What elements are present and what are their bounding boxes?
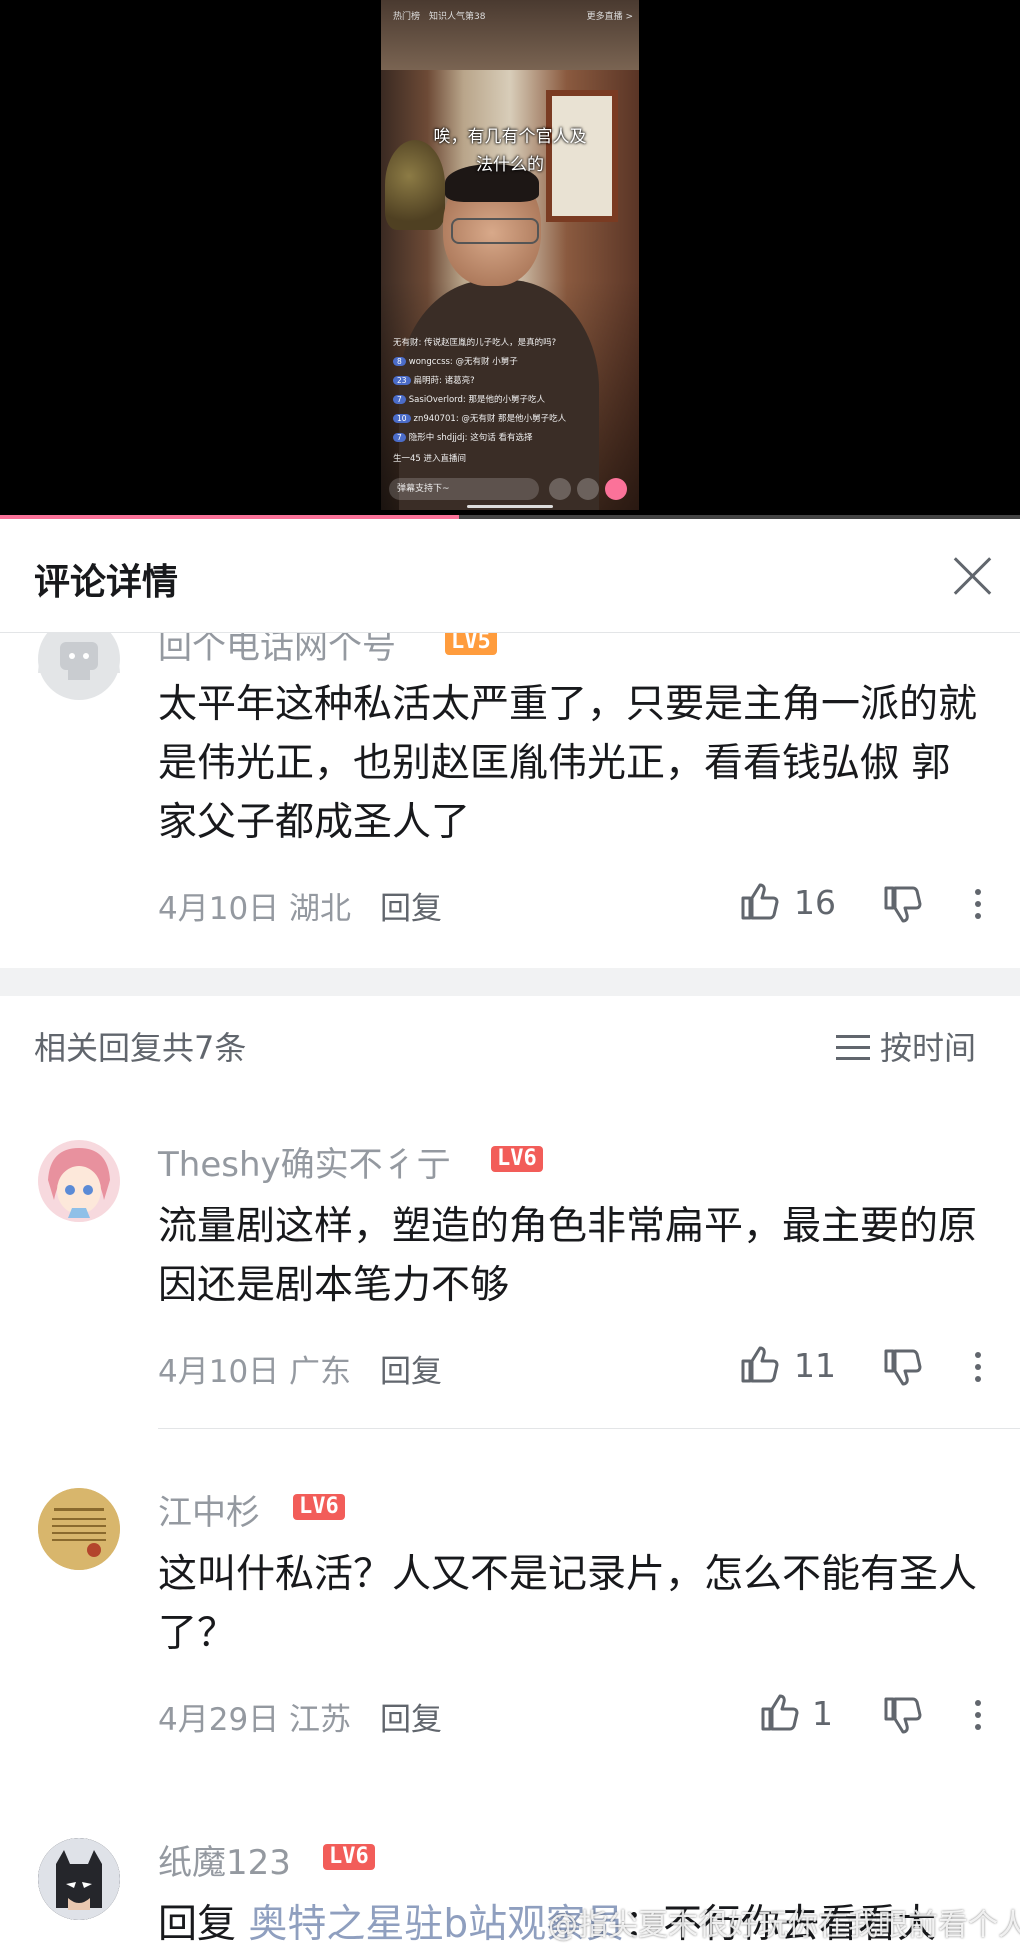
more-live-link[interactable]: 更多直播 > bbox=[587, 9, 633, 22]
level-badge: LV5 bbox=[445, 633, 497, 655]
level-badge: LV6 bbox=[323, 1844, 375, 1870]
comment-detail-header: 评论详情 bbox=[0, 519, 1020, 633]
sort-button[interactable]: 按时间 bbox=[836, 1023, 976, 1069]
chat-message: 7 隐形中 shdjjdj: 这句话 看有选择 bbox=[393, 431, 532, 443]
username[interactable]: 江中杉 bbox=[158, 1485, 260, 1534]
thumbs-down-icon[interactable] bbox=[880, 1693, 924, 1737]
reply-button[interactable]: 回复 bbox=[380, 1346, 442, 1391]
subtitle-line-1: 唉，有几有个官人及 bbox=[433, 127, 587, 147]
level-badge: LV6 bbox=[491, 1146, 543, 1172]
reply-content: 流量剧这样，塑造的角色非常扁平，最主要的原因还是剧本笔力不够 bbox=[158, 1204, 978, 1308]
chat-message: 10 zn940701: @无有财 那是他小舅子吃人 bbox=[393, 412, 566, 424]
comment-date: 4月29日 江苏 bbox=[158, 1702, 352, 1738]
batman-avatar-icon bbox=[38, 1838, 120, 1920]
chat-message: 23 扁明莳: 诸葛亮? bbox=[393, 374, 475, 386]
replies-count: 相关回复共7条 bbox=[34, 1029, 247, 1067]
hot-list-tag[interactable]: 热门榜 bbox=[393, 9, 420, 22]
chat-message: 8 wongccss: @无有财 小舅子 bbox=[393, 355, 518, 367]
thumbs-up-icon[interactable] bbox=[737, 1343, 781, 1387]
close-icon[interactable] bbox=[950, 553, 996, 599]
root-comment-header-clip: 回个电话网个号 LV5 bbox=[0, 633, 1020, 673]
username[interactable]: 纸魔123 bbox=[158, 1835, 291, 1884]
chat-message: 无有财: 传说赵匡胤的儿子吃人，是真的吗? bbox=[393, 338, 557, 348]
gift-icon[interactable] bbox=[605, 478, 627, 500]
section-divider bbox=[0, 968, 1020, 996]
level-badge: LV6 bbox=[293, 1494, 345, 1520]
live-stream-frame[interactable]: 热门榜 知识人气第38 更多直播 > 唉，有几有个官人及 法什么的 无有财: 传… bbox=[381, 0, 639, 510]
username[interactable]: 回个电话网个号 bbox=[158, 633, 396, 668]
chat-message: 7 SasiOverlord: 那是他的小舅子吃人 bbox=[393, 393, 545, 405]
video-player[interactable]: 热门榜 知识人气第38 更多直播 > 唉，有几有个官人及 法什么的 无有财: 传… bbox=[0, 0, 1020, 519]
like-count: 11 bbox=[794, 1346, 836, 1385]
like-count: 16 bbox=[794, 883, 836, 922]
like-count: 1 bbox=[812, 1694, 833, 1733]
watermark: @指尖夏末很好玩你在我眼前看个人 bbox=[548, 1908, 1020, 1943]
comment-date: 4月10日 湖北 bbox=[158, 891, 352, 927]
rank-tag[interactable]: 知识人气第38 bbox=[429, 9, 485, 22]
danmaku-input[interactable]: 弹幕支持下~ bbox=[389, 478, 539, 500]
avatar[interactable] bbox=[38, 1838, 120, 1920]
more-options-icon[interactable] bbox=[973, 885, 983, 925]
like-stream-icon[interactable] bbox=[577, 478, 599, 500]
username[interactable]: Theshy确实不彳亍 bbox=[158, 1137, 451, 1186]
avatar[interactable] bbox=[38, 1488, 120, 1570]
panel-title: 评论详情 bbox=[34, 562, 179, 603]
more-options-icon[interactable] bbox=[973, 1348, 983, 1388]
anime-girl-avatar-icon bbox=[38, 1140, 120, 1222]
sort-lines-icon bbox=[836, 1035, 870, 1061]
comment-date: 4月10日 广东 bbox=[158, 1354, 352, 1390]
thumbs-down-icon[interactable] bbox=[880, 882, 924, 926]
avatar[interactable] bbox=[38, 1140, 120, 1222]
thumbs-up-icon[interactable] bbox=[737, 880, 781, 924]
comment-content: 太平年这种私活太严重了，只要是主角一派的就是伟光正，也别赵匡胤伟光正，看看钱弘俶… bbox=[158, 682, 978, 845]
chat-message: 生一45 进入直播间 bbox=[393, 454, 467, 464]
more-options-icon[interactable] bbox=[973, 1696, 983, 1736]
reply-divider bbox=[158, 1428, 1020, 1429]
thumbs-down-icon[interactable] bbox=[880, 1345, 924, 1389]
reply-content: 这叫什私活？人又不是记录片，怎么不能有圣人了？ bbox=[158, 1552, 978, 1656]
subtitle-line-2: 法什么的 bbox=[476, 155, 544, 175]
home-indicator bbox=[467, 505, 553, 508]
reply-button[interactable]: 回复 bbox=[380, 883, 442, 928]
streamer-glasses bbox=[451, 218, 539, 244]
reply-button[interactable]: 回复 bbox=[380, 1694, 442, 1739]
emoji-icon[interactable] bbox=[549, 478, 571, 500]
certificate-avatar-icon bbox=[38, 1488, 120, 1570]
thumbs-up-icon[interactable] bbox=[757, 1691, 801, 1735]
